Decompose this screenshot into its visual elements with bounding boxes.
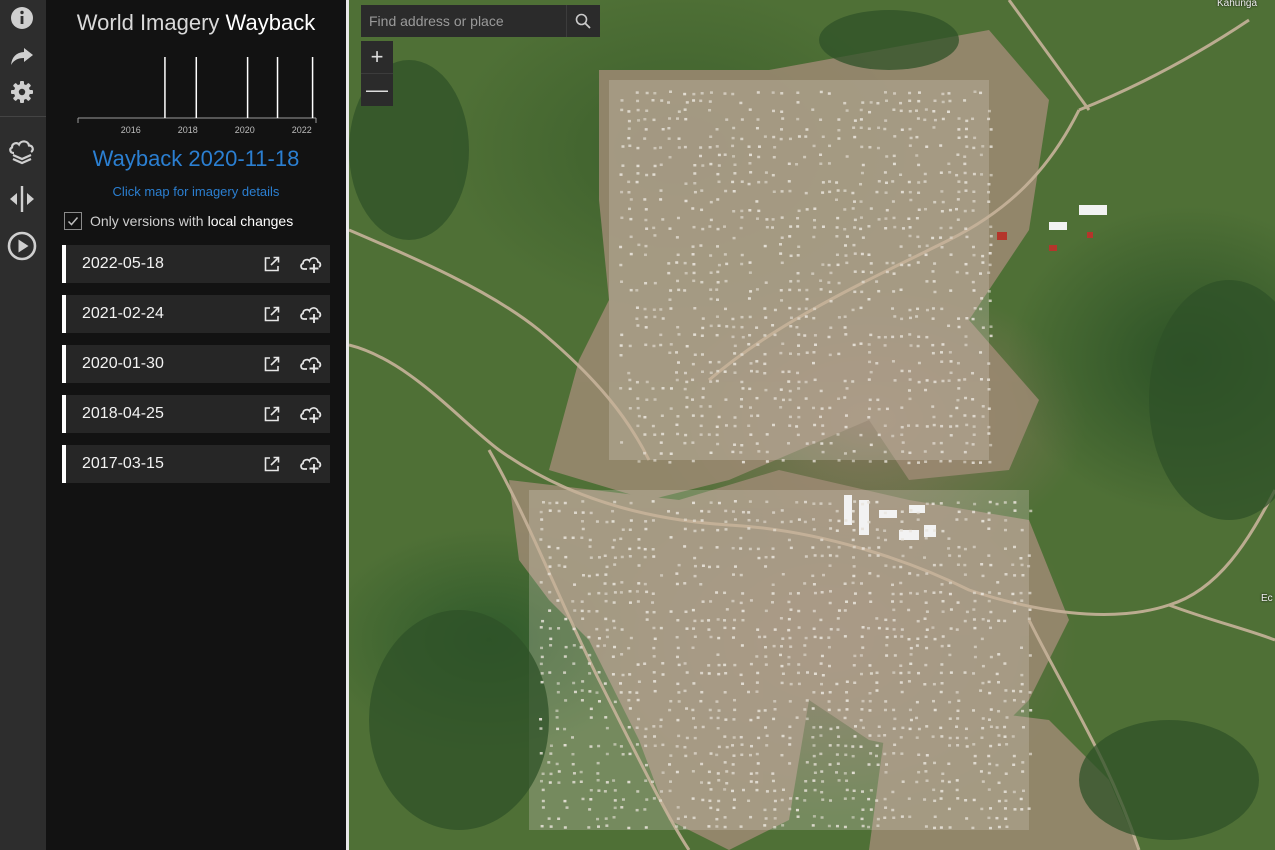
gear-icon[interactable] <box>6 76 38 108</box>
zoom-in-button[interactable]: + <box>361 41 393 73</box>
release-item[interactable]: 2021-02-24 <box>62 295 330 333</box>
layers-cloud-icon[interactable] <box>6 135 38 167</box>
cloud-add-icon <box>300 307 322 323</box>
icon-rail <box>0 0 46 850</box>
app-title-regular: World Imagery <box>76 10 220 35</box>
play-icon[interactable] <box>6 230 38 262</box>
release-date: 2017-03-15 <box>82 455 164 472</box>
map-click-hint: Click map for imagery details <box>112 184 280 199</box>
open-release-button[interactable] <box>260 452 284 476</box>
open-external-icon <box>264 406 280 422</box>
swipe-icon[interactable] <box>6 183 38 215</box>
release-list: 2022-05-18 2021-02-24 2020-01-30 2018-04-25… <box>62 245 330 495</box>
filter-label-regular: Only versions with <box>90 213 204 229</box>
add-to-map-button[interactable] <box>299 452 323 476</box>
app-title: World Imagery Wayback <box>46 10 346 36</box>
timeline-tick-label: 2016 <box>121 125 141 135</box>
release-item[interactable]: 2022-05-18 <box>62 245 330 283</box>
release-date: 2018-04-25 <box>82 405 164 422</box>
open-external-icon <box>264 456 280 472</box>
open-release-button[interactable] <box>260 252 284 276</box>
open-release-button[interactable] <box>260 402 284 426</box>
cloud-add-icon <box>300 407 322 423</box>
cloud-add-icon <box>300 357 322 373</box>
zoom-controls: + — <box>361 41 393 106</box>
release-item[interactable]: 2018-04-25 <box>62 395 330 433</box>
local-changes-filter: Only versions with local changes <box>64 211 293 231</box>
info-icon[interactable] <box>6 2 38 34</box>
filter-label-bold: local changes <box>207 213 294 229</box>
app-title-bold: Wayback <box>225 10 316 35</box>
place-label-edge: Ec <box>1261 593 1273 604</box>
add-to-map-button[interactable] <box>299 252 323 276</box>
rail-separator <box>0 116 46 117</box>
checkmark-icon <box>67 217 79 226</box>
search-box <box>361 5 600 37</box>
wayback-panel: World Imagery Wayback 2016 2018 2020 2022 W… <box>46 0 346 850</box>
selected-release-title: Wayback 2020-11-18 <box>92 146 300 171</box>
add-to-map-button[interactable] <box>299 302 323 326</box>
open-release-button[interactable] <box>260 302 284 326</box>
imagery-map[interactable]: + — Kahunga Ec <box>349 0 1275 850</box>
timeline-tick-label: 2022 <box>292 125 312 135</box>
release-date: 2021-02-24 <box>82 305 164 322</box>
open-release-button[interactable] <box>260 352 284 376</box>
open-external-icon <box>264 356 280 372</box>
add-to-map-button[interactable] <box>299 352 323 376</box>
release-date: 2020-01-30 <box>82 355 164 372</box>
release-item[interactable]: 2017-03-15 <box>62 445 330 483</box>
open-external-icon <box>264 256 280 272</box>
release-timeline-chart[interactable]: 2016 2018 2020 2022 <box>74 52 320 136</box>
search-input[interactable] <box>361 5 566 37</box>
share-icon[interactable] <box>6 40 38 72</box>
open-external-icon <box>264 306 280 322</box>
cloud-add-icon <box>300 257 322 273</box>
timeline-tick-label: 2018 <box>178 125 198 135</box>
search-icon <box>575 13 591 29</box>
cloud-add-icon <box>300 457 322 473</box>
local-changes-checkbox[interactable] <box>64 212 82 230</box>
release-date: 2022-05-18 <box>82 255 164 272</box>
satellite-imagery <box>349 0 1275 850</box>
release-item[interactable]: 2020-01-30 <box>62 345 330 383</box>
search-button[interactable] <box>566 5 599 37</box>
place-label-kahunga: Kahunga <box>1217 0 1258 9</box>
add-to-map-button[interactable] <box>299 402 323 426</box>
timeline-tick-label: 2020 <box>235 125 255 135</box>
zoom-out-button[interactable]: — <box>361 73 393 106</box>
